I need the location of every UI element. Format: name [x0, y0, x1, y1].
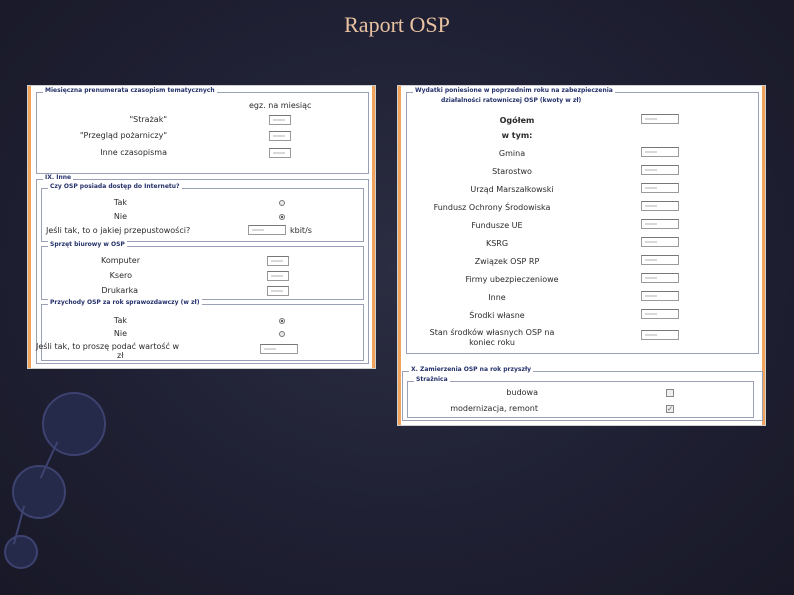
subscriptions-section: Miesięczna prenumerata czasopism tematyc…	[36, 87, 369, 174]
expense-ksrg-label: KSRG	[485, 239, 509, 248]
subscription-strazak-input[interactable]	[269, 115, 291, 125]
subscription-przeglad-input[interactable]	[269, 131, 291, 141]
internet-fieldset: Czy OSP posiada dostęp do Internetu? Tak…	[41, 183, 364, 242]
decorative-circle	[12, 465, 66, 519]
subscription-inne-input[interactable]	[269, 148, 291, 158]
expense-wlasne-label: Środki własne	[469, 311, 525, 320]
plan-budowa-checkbox[interactable]	[666, 389, 674, 397]
expenses-total-input[interactable]	[641, 114, 679, 124]
expense-inne-input[interactable]	[641, 291, 679, 301]
subscription-label-przeglad: "Przegląd pożarniczy"	[79, 131, 167, 140]
strażnica-legend: Strażnica	[414, 376, 450, 383]
expense-ksrg-input[interactable]	[641, 237, 679, 247]
income-tak-radio[interactable]	[279, 318, 285, 324]
internet-option-tak-label: Tak	[113, 198, 127, 207]
plan-budowa-label: budowa	[506, 388, 538, 397]
panel-border-left	[398, 86, 401, 425]
panel-border-left	[28, 86, 31, 368]
expenses-header: Wydatki poniesione w poprzednim roku na …	[413, 87, 615, 94]
office-drukarka-input[interactable]	[267, 286, 289, 296]
expense-gmina-label: Gmina	[498, 149, 526, 158]
plans-header: X. Zamierzenia OSP na rok przyszły	[409, 366, 534, 373]
internet-tak-radio[interactable]	[279, 200, 285, 206]
income-legend: Przychody OSP za rok sprawozdawczy (w zł…	[48, 299, 202, 306]
slide-title: Raport OSP	[344, 12, 450, 37]
income-option-nie-label: Nie	[113, 329, 127, 338]
expenses-header-line2: działalności ratowniczej OSP (kwoty w zł…	[441, 97, 582, 104]
strażnica-fieldset: Strażnica budowa modernizacja, remont ✓	[407, 376, 754, 418]
internet-legend: Czy OSP posiada dostęp do Internetu?	[48, 183, 182, 190]
internet-option-nie-label: Nie	[113, 212, 127, 221]
expense-zwiazek-input[interactable]	[641, 255, 679, 265]
income-fieldset: Przychody OSP za rok sprawozdawczy (w zł…	[36, 299, 364, 361]
right-form-screenshot: Wydatki poniesione w poprzednim roku na …	[397, 85, 766, 426]
bandwidth-label: Jeśli tak, to o jakiej przepustowości?	[46, 226, 191, 235]
plan-modernizacja-checkbox[interactable]: ✓	[666, 405, 674, 413]
office-komputer-input[interactable]	[267, 256, 289, 266]
bandwidth-input[interactable]	[248, 225, 286, 235]
balance-label-line2: koniec roku	[469, 338, 515, 347]
subscriptions-column-header: egz. na miesiąc	[249, 101, 312, 110]
subscription-label-inne: Inne czasopisma	[100, 148, 167, 157]
income-amount-input[interactable]	[260, 344, 298, 354]
balance-input[interactable]	[641, 330, 679, 340]
internet-nie-radio[interactable]	[279, 214, 285, 220]
expense-firmy-label: Firmy ubezpieczeniowe	[465, 275, 559, 284]
other-header: IX. Inne	[43, 174, 74, 181]
expense-gmina-input[interactable]	[641, 147, 679, 157]
income-amount-label: Jeśli tak, to proszę podać wartość w	[36, 342, 179, 351]
office-fieldset: Sprzęt biurowy w OSP Komputer Ksero Druk…	[41, 241, 364, 300]
bandwidth-unit: kbit/s	[290, 226, 312, 235]
expense-urzad-label: Urząd Marszałkowski	[470, 185, 554, 194]
left-form-screenshot: Miesięczna prenumerata czasopism tematyc…	[27, 85, 376, 369]
office-ksero-label: Ksero	[109, 271, 132, 280]
expense-starostwo-input[interactable]	[641, 165, 679, 175]
office-komputer-label: Komputer	[100, 256, 140, 265]
expense-starostwo-label: Starostwo	[492, 167, 532, 176]
balance-label: Stan środków własnych OSP na	[429, 328, 555, 337]
office-ksero-input[interactable]	[267, 271, 289, 281]
decorative-circle	[4, 535, 38, 569]
office-drukarka-label: Drukarka	[101, 286, 138, 295]
subscription-label-strazak: "Strażak"	[129, 115, 168, 124]
expense-ue-input[interactable]	[641, 219, 679, 229]
panel-border-right	[372, 86, 375, 368]
decorative-circle	[42, 392, 106, 456]
office-legend: Sprzęt biurowy w OSP	[48, 241, 127, 248]
income-nie-radio[interactable]	[279, 331, 285, 337]
plan-modernizacja-label: modernizacja, remont	[450, 404, 538, 413]
expense-zwiazek-label: Związek OSP RP	[474, 257, 540, 266]
expenses-section: Wydatki poniesione w poprzednim roku na …	[406, 87, 759, 354]
income-amount-label-line2: zł	[117, 351, 124, 360]
expenses-total-label: Ogółem	[499, 116, 535, 125]
expense-fos-input[interactable]	[641, 201, 679, 211]
income-option-tak-label: Tak	[113, 316, 127, 325]
expense-firmy-input[interactable]	[641, 273, 679, 283]
expense-ue-label: Fundusze UE	[471, 221, 523, 230]
expense-fos-label: Fundusz Ochrony Środowiska	[433, 203, 551, 212]
plans-section: X. Zamierzenia OSP na rok przyszły Straż…	[402, 366, 763, 421]
expense-inne-label: Inne	[488, 293, 506, 302]
expense-urzad-input[interactable]	[641, 183, 679, 193]
subscriptions-header: Miesięczna prenumerata czasopism tematyc…	[43, 87, 217, 94]
expense-wlasne-input[interactable]	[641, 309, 679, 319]
expenses-subtotal-label: w tym:	[501, 131, 533, 140]
other-section: IX. Inne Czy OSP posiada dostęp do Inter…	[36, 174, 369, 364]
